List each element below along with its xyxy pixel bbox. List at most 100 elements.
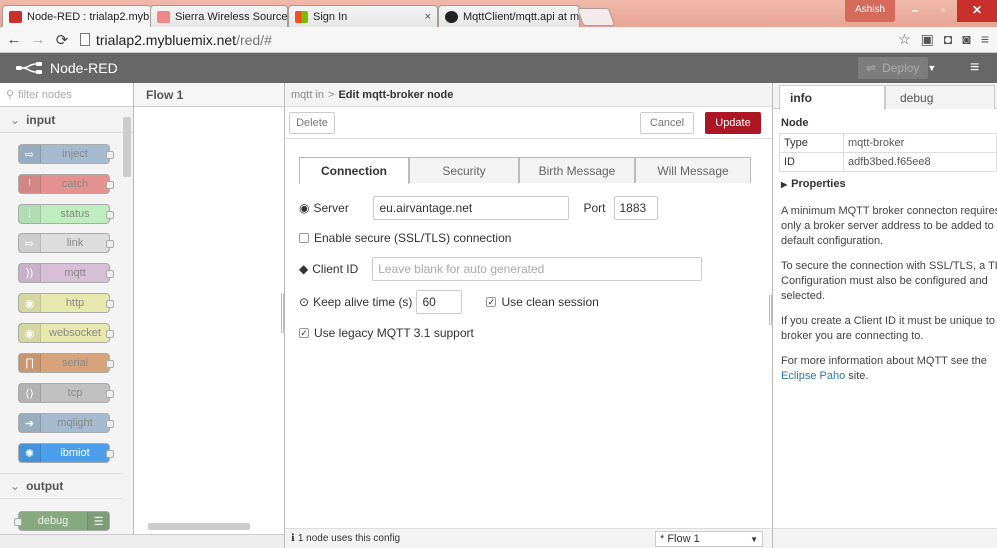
microsoft-favicon-icon: [295, 10, 308, 23]
main-menu-icon[interactable]: ≡: [970, 59, 979, 77]
node-label: websocket: [49, 327, 101, 339]
sierra-favicon-icon: [157, 10, 170, 23]
update-button[interactable]: Update: [705, 112, 761, 134]
breadcrumb: mqtt in > Edit mqtt-broker node: [285, 83, 772, 107]
url-host: trialap2.mybluemix.net: [96, 31, 237, 48]
palette-scrollbar[interactable]: [123, 117, 131, 177]
browser-tab-node-red[interactable]: Node-RED : trialap2.mybl ×: [2, 5, 152, 27]
flow-scope-value: * Flow 1: [660, 533, 700, 545]
tab-flow-1[interactable]: Flow 1: [134, 83, 284, 107]
info-key: Type: [779, 133, 844, 153]
node-label: debug: [37, 515, 69, 527]
browser-tab-github[interactable]: MqttClient/mqtt.api at m ×: [438, 5, 580, 27]
extension-icon[interactable]: ◙: [962, 31, 970, 48]
keepalive-input[interactable]: 60: [416, 290, 463, 314]
node-label: serial: [61, 357, 89, 369]
tab-info[interactable]: info: [779, 85, 885, 110]
chevron-right-icon: ▶: [781, 180, 788, 189]
maximize-icon[interactable]: ▫: [929, 0, 957, 22]
info-value: adfb3bed.f65ee8: [843, 152, 997, 172]
tab-security[interactable]: Security: [409, 157, 519, 183]
sidebar: info debug Node Type mqtt-broker ID adfb3b…: [769, 83, 997, 548]
help-line: A minimum MQTT broker connecton requires: [781, 205, 997, 217]
workspace-scrollbar[interactable]: [148, 523, 250, 530]
tls-label: Enable secure (SSL/TLS) connection: [314, 231, 512, 245]
palette-node-catch[interactable]: ! catch: [18, 174, 114, 194]
help-line: Configuration must also be configured an…: [781, 275, 988, 287]
palette-category-input[interactable]: ⌄ input: [0, 107, 133, 133]
inject-icon: ⇨: [19, 145, 41, 163]
filter-nodes-input[interactable]: ⚲ filter nodes: [0, 83, 133, 107]
deploy-label: Deploy: [882, 61, 920, 75]
resize-handle[interactable]: [281, 293, 284, 333]
palette-node-http[interactable]: ◉ http: [18, 293, 114, 313]
forward-icon[interactable]: →: [28, 31, 48, 48]
clean-session-checkbox[interactable]: ✓: [486, 297, 497, 307]
output-port: [106, 330, 114, 338]
output-port: [106, 420, 114, 428]
palette-node-serial[interactable]: ∏ serial: [18, 353, 114, 373]
output-port: [106, 450, 114, 458]
browser-tab-signin[interactable]: Sign In ×: [288, 5, 438, 27]
app-logo: Node-RED: [16, 60, 118, 76]
back-icon[interactable]: ←: [4, 31, 24, 48]
tls-checkbox[interactable]: [299, 233, 309, 243]
palette-node-tcp[interactable]: ⟨⟩ tcp: [18, 383, 114, 403]
node-info-table: Type mqtt-broker ID adfb3bed.f65ee8: [779, 133, 997, 172]
port-input[interactable]: 1883: [613, 196, 658, 220]
tab-birth-message[interactable]: Birth Message: [519, 157, 635, 183]
editor-tray: mqtt in > Edit mqtt-broker node Delete C…: [281, 83, 773, 548]
clientid-placeholder: Leave blank for auto generated: [378, 262, 545, 276]
eclipse-paho-link[interactable]: Eclipse Paho: [781, 370, 845, 382]
tab-will-message[interactable]: Will Message: [635, 157, 751, 183]
new-tab-button[interactable]: [576, 8, 616, 26]
close-tab-icon[interactable]: ×: [419, 11, 431, 23]
minimize-icon[interactable]: –: [901, 0, 929, 22]
clock-icon: ⊙: [299, 295, 310, 309]
server-input[interactable]: eu.airvantage.net: [373, 196, 570, 220]
legacy-checkbox[interactable]: ✓: [299, 328, 309, 338]
chrome-menu-icon[interactable]: ≡: [981, 31, 989, 48]
node-label: inject: [62, 148, 88, 160]
breadcrumb-parent[interactable]: mqtt in: [291, 89, 324, 101]
chevron-down-icon: ⌄: [10, 112, 21, 127]
github-favicon-icon: [445, 10, 458, 23]
palette-node-debug[interactable]: debug ☰: [14, 511, 110, 531]
output-port: [106, 270, 114, 278]
output-port: [106, 300, 114, 308]
palette-node-mqtt[interactable]: )) mqtt: [18, 263, 114, 283]
profile-badge[interactable]: Ashish: [844, 0, 895, 22]
clientid-input[interactable]: Leave blank for auto generated: [372, 257, 703, 281]
bookmark-star-icon[interactable]: ☆: [898, 31, 911, 48]
palette-node-status[interactable]: ! status: [18, 204, 114, 224]
flow-scope-select[interactable]: * Flow 1 ▼: [655, 531, 763, 547]
category-label: input: [26, 112, 56, 127]
window-controls: Ashish – ▫ ✕: [844, 0, 997, 22]
bridge-icon: ⟨⟩: [19, 384, 41, 402]
url-field[interactable]: trialap2.mybluemix.net/red/#: [80, 32, 272, 48]
extension-icon[interactable]: ▣: [921, 31, 934, 48]
palette-node-link[interactable]: ⇨ link: [18, 233, 114, 253]
editor-toolbar: Delete Cancel Update: [285, 107, 772, 139]
palette-node-websocket[interactable]: ◉ websocket: [18, 323, 114, 343]
extension-icon[interactable]: ◘: [944, 31, 952, 48]
cancel-button[interactable]: Cancel: [640, 112, 694, 134]
sidebar-resize-handle[interactable]: [769, 295, 772, 325]
palette-node-ibmiot[interactable]: ✺ ibmiot: [18, 443, 114, 463]
palette-node-inject[interactable]: ⇨ inject: [18, 144, 114, 164]
table-row: ID adfb3bed.f65ee8: [779, 152, 997, 172]
close-window-icon[interactable]: ✕: [957, 0, 997, 22]
clean-session-label: Use clean session: [501, 295, 599, 309]
tab-connection[interactable]: Connection: [299, 157, 409, 184]
palette-category-output[interactable]: ⌄ output: [0, 473, 122, 499]
properties-toggle[interactable]: ▶ Properties: [773, 172, 997, 196]
deploy-button[interactable]: ⇌ Deploy ▼: [858, 57, 936, 79]
url-path: /red/#: [236, 31, 272, 48]
delete-button[interactable]: Delete: [289, 112, 335, 134]
reload-icon[interactable]: ⟳: [52, 31, 72, 49]
palette-node-mqlight[interactable]: ➔ mqlight: [18, 413, 114, 433]
browser-tab-sierra[interactable]: Sierra Wireless Source ×: [150, 5, 288, 27]
tab-debug[interactable]: debug: [885, 85, 995, 109]
node-label: ibmiot: [60, 447, 90, 459]
node-label: link: [66, 237, 84, 249]
